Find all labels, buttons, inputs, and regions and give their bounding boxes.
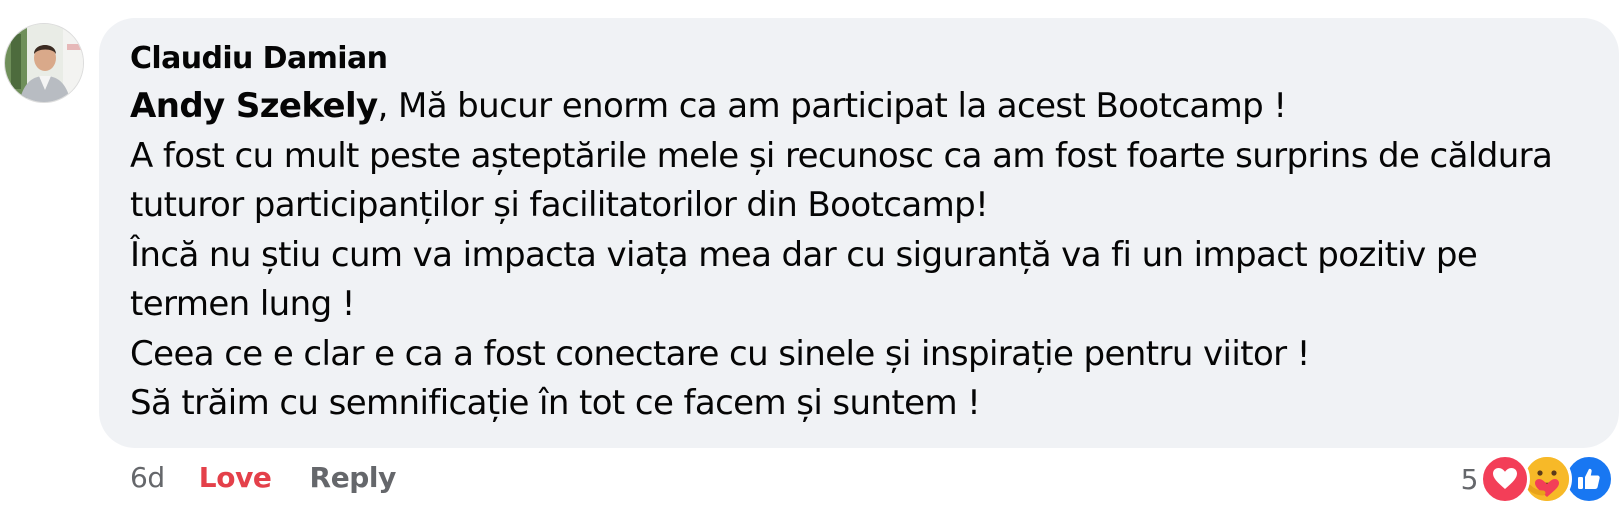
mentioned-user-link[interactable]: Andy Szekely xyxy=(130,86,378,126)
comment-line: tuturor participanților și facilitatoril… xyxy=(130,185,989,225)
comment-body: Andy Szekely, Mă bucur enorm ca am parti… xyxy=(130,82,1589,429)
reply-button[interactable]: Reply xyxy=(310,460,397,496)
comment-line: Încă nu știu cum va impacta viața mea da… xyxy=(130,234,1478,275)
love-reaction-button[interactable]: Love xyxy=(199,460,272,496)
love-icon xyxy=(1480,454,1530,504)
comment-line: Ceea ce e clar e ca a fost conectare cu … xyxy=(130,333,1310,374)
comment-line: termen lung ! xyxy=(130,284,355,324)
comment-line-text: , Mă bucur enorm ca am participat la ace… xyxy=(377,86,1287,126)
comment-timestamp[interactable]: 6d xyxy=(130,460,165,496)
comment-line: Andy Szekely, Mă bucur enorm ca am parti… xyxy=(130,82,1589,132)
comment-line: Să trăim cu semnificație în tot ce facem… xyxy=(130,383,981,423)
comment-actions: 6d Love Reply xyxy=(130,460,396,496)
comment-line: A fost cu mult peste așteptările mele și… xyxy=(130,135,1553,176)
reaction-count: 5 xyxy=(1460,462,1479,496)
comment-author-name[interactable]: Claudiu Damian xyxy=(130,40,1589,78)
author-avatar[interactable] xyxy=(4,23,84,103)
reaction-summary[interactable]: 5 xyxy=(1461,454,1614,504)
avatar-photo xyxy=(5,24,83,102)
comment-bubble: Claudiu Damian Andy Szekely, Mă bucur en… xyxy=(99,18,1619,448)
